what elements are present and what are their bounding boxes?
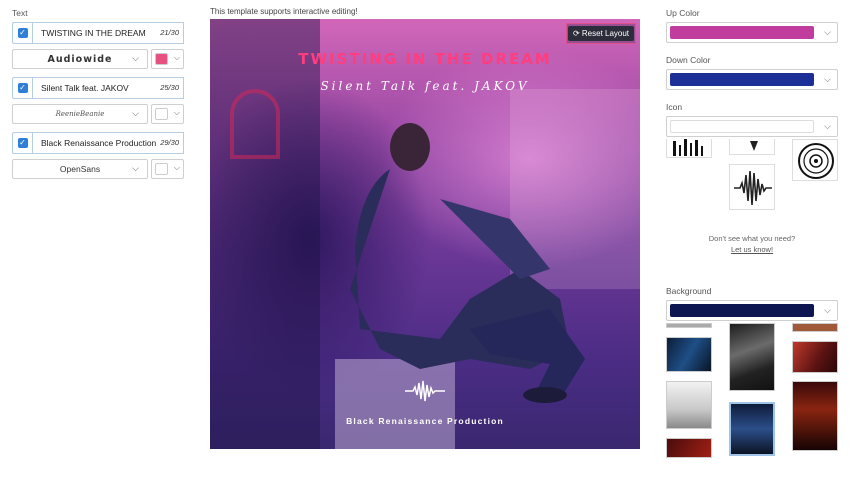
check-icon: ✓ (17, 83, 28, 93)
footer-color-swatch (155, 163, 168, 175)
subtitle-checkbox[interactable]: ✓ (12, 77, 32, 99)
chevron-down-icon: ⌵ (824, 121, 831, 131)
chevron-down-icon: ⌵ (173, 53, 180, 62)
background-thumb[interactable] (792, 381, 838, 451)
text-row-title: ✓ TWISTING IN THE DREAM 21/30 (12, 22, 184, 44)
let-us-know-link[interactable]: Let us know! (666, 244, 838, 255)
title-checkbox[interactable]: ✓ (12, 22, 32, 44)
footer-font-select[interactable]: OpenSans ⌵ (12, 159, 148, 179)
vinyl-record-icon (798, 143, 834, 179)
background-thumb[interactable] (666, 438, 712, 458)
chevron-down-icon: ⌵ (173, 163, 180, 172)
icon-label: Icon (666, 102, 683, 112)
background-color-bar (670, 304, 814, 317)
footer-checkbox[interactable]: ✓ (12, 132, 32, 154)
check-icon: ✓ (17, 28, 28, 38)
subtitle-text-input[interactable]: Silent Talk feat. JAKOV 25/30 (32, 77, 184, 99)
subtitle-font-select[interactable]: ReenieBeanie ⌵ (12, 104, 148, 124)
style-panel: Up Color ⌵ Down Color ⌵ Icon ⌵ (666, 8, 838, 137)
footer-text-input[interactable]: Black Renaissance Production 29/30 (32, 132, 184, 154)
chevron-down-icon: ⌵ (132, 163, 139, 173)
subtitle-font-name: ReenieBeanie (55, 110, 105, 118)
background-thumb[interactable] (666, 337, 712, 372)
waveform-icon[interactable] (405, 379, 445, 403)
poster-subtitle[interactable]: Silent Talk feat. JAKOV (210, 79, 640, 93)
text-row-footer: ✓ Black Renaissance Production 29/30 (12, 132, 184, 154)
down-color-bar (670, 73, 814, 86)
equalizer-bars-icon (673, 139, 703, 156)
text-section-label: Text (12, 8, 28, 18)
subtitle-style-row: ReenieBeanie ⌵ ⌵ (12, 104, 184, 124)
background-label: Background (666, 286, 712, 296)
footer-font-name: OpenSans (59, 164, 101, 174)
down-color-label: Down Color (666, 55, 711, 65)
background-section: Background ⌵ (666, 286, 838, 321)
background-thumb-selected[interactable] (729, 402, 775, 456)
chevron-down-icon: ⌵ (132, 108, 139, 118)
title-color-swatch (155, 53, 168, 65)
reset-layout-label: Reset Layout (581, 29, 630, 38)
reset-layout-button[interactable]: ⟳ Reset Layout (566, 23, 636, 44)
background-thumb[interactable] (792, 323, 838, 332)
icon-option-feather[interactable] (729, 139, 775, 155)
footer-style-row: OpenSans ⌵ ⌵ (12, 159, 184, 179)
background-select[interactable]: ⌵ (666, 300, 838, 321)
icon-select-preview (670, 120, 814, 133)
check-icon: ✓ (17, 138, 28, 148)
subtitle-color-picker[interactable]: ⌵ (151, 104, 184, 124)
title-font-select[interactable]: Audiowide ⌵ (12, 49, 148, 69)
chevron-down-icon: ⌵ (173, 108, 180, 117)
icon-option-vinyl[interactable] (792, 139, 838, 181)
title-style-row: Audiowide ⌵ ⌵ (12, 49, 184, 69)
title-font-name: Audiowide (47, 53, 113, 65)
title-text-input[interactable]: TWISTING IN THE DREAM 21/30 (32, 22, 184, 44)
background-thumb[interactable] (666, 381, 712, 429)
footer-color-picker[interactable]: ⌵ (151, 159, 184, 179)
up-color-label: Up Color (666, 8, 700, 18)
text-panel: Text ✓ TWISTING IN THE DREAM 21/30 Audio… (12, 8, 184, 187)
person-photo (350, 123, 585, 403)
subtitle-color-swatch (155, 108, 168, 120)
text-row-subtitle: ✓ Silent Talk feat. JAKOV 25/30 (12, 77, 184, 99)
help-question: Don't see what you need? (708, 234, 796, 243)
chair-frame (230, 89, 280, 159)
chevron-down-icon: ⌵ (132, 53, 139, 63)
title-color-picker[interactable]: ⌵ (151, 49, 184, 69)
down-color-select[interactable]: ⌵ (666, 69, 838, 90)
subtitle-text-value: Silent Talk feat. JAKOV (41, 83, 129, 93)
editing-hint: This template supports interactive editi… (210, 7, 358, 16)
poster-canvas[interactable]: TWISTING IN THE DREAM Silent Talk feat. … (210, 19, 640, 449)
footer-text-value: Black Renaissance Production (41, 138, 157, 148)
feather-icon (750, 141, 758, 151)
up-color-select[interactable]: ⌵ (666, 22, 838, 43)
up-color-bar (670, 26, 814, 39)
icon-select[interactable]: ⌵ (666, 116, 838, 137)
title-text-value: TWISTING IN THE DREAM (41, 28, 146, 38)
title-char-count: 21/30 (160, 28, 179, 37)
footer-char-count: 29/30 (160, 138, 179, 147)
chevron-down-icon: ⌵ (824, 27, 831, 37)
background-thumb[interactable] (666, 323, 712, 328)
icon-option-waveform[interactable] (729, 164, 775, 210)
icon-option-bars[interactable] (666, 139, 712, 158)
refresh-icon: ⟳ (572, 29, 582, 38)
poster-footer[interactable]: Black Renaissance Production (210, 416, 640, 426)
subtitle-char-count: 25/30 (160, 83, 179, 92)
background-thumb[interactable] (729, 323, 775, 391)
background-thumb[interactable] (792, 341, 838, 373)
waveform-icon (734, 170, 772, 206)
chevron-down-icon: ⌵ (824, 74, 831, 84)
chevron-down-icon: ⌵ (824, 305, 831, 315)
help-text-block: Don't see what you need? Let us know! (666, 233, 838, 255)
poster-title[interactable]: TWISTING IN THE DREAM (210, 50, 640, 68)
